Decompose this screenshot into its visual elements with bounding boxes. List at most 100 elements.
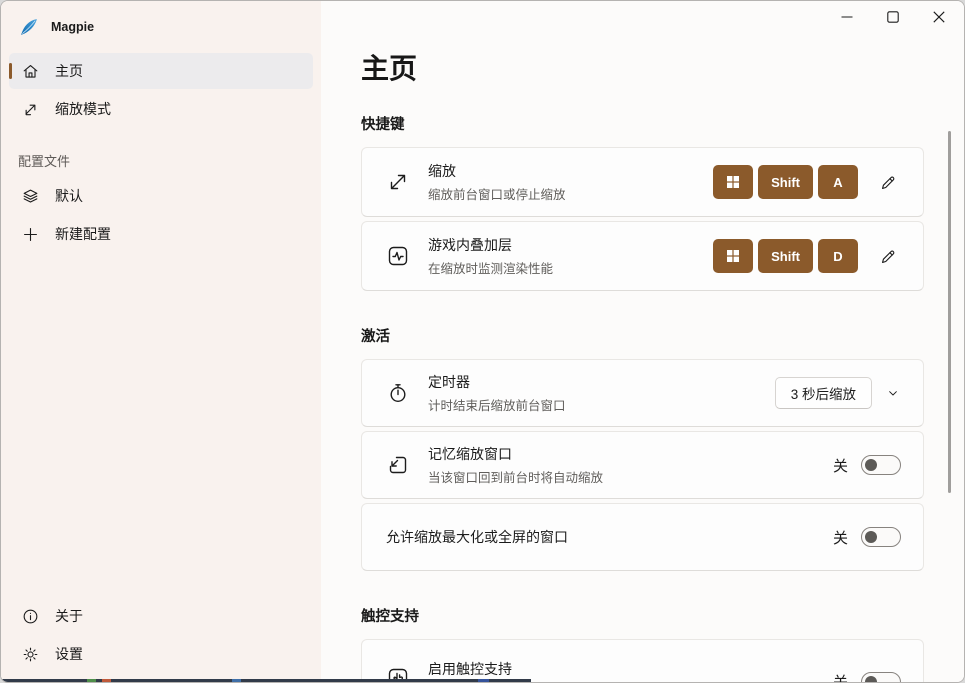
memory-zoom-toggle[interactable] — [861, 455, 901, 475]
taskbar-sliver — [1, 679, 531, 682]
taskbar-icon-fragment — [102, 679, 111, 682]
taskbar-icon-fragment — [478, 679, 489, 682]
fullscreen-zoom-toggle[interactable] — [861, 527, 901, 547]
touch-support-card: 启用触控支持 需提供管理员权限才能更改此选项 了解更多 关 — [361, 639, 924, 682]
sidebar-item-new-profile[interactable]: 新建配置 — [9, 216, 313, 252]
shortcut-card-overlay: 游戏内叠加层 在缩放时监测渲染性能 Shift D — [361, 221, 924, 291]
sidebar-footer: 关于 设置 — [1, 596, 321, 674]
info-icon — [23, 609, 38, 623]
shortcut-keys: Shift A — [713, 165, 858, 199]
resize-arrow-icon — [25, 104, 36, 115]
taskbar-icon-fragment — [232, 679, 241, 682]
activation-cards: 定时器 计时结束后缩放前台窗口 3 秒后缩放 记忆缩放窗口 当该窗口回到前台时将… — [361, 359, 924, 571]
card-subtitle: 缩放前台窗口或停止缩放 — [428, 188, 566, 202]
card-text: 缩放 缩放前台窗口或停止缩放 — [428, 161, 566, 203]
sidebar-item-default-profile[interactable]: 默认 — [9, 178, 313, 214]
memory-zoom-card: 记忆缩放窗口 当该窗口回到前台时将自动缩放 关 — [361, 431, 924, 499]
maximize-icon — [887, 11, 899, 23]
sidebar-item-label: 默认 — [55, 188, 83, 204]
sidebar-item-label: 设置 — [55, 646, 83, 662]
plus-icon — [24, 227, 37, 241]
timer-dropdown-value[interactable]: 3 秒后缩放 — [774, 377, 872, 409]
windows-logo-icon — [727, 176, 740, 188]
toggle-knob — [865, 531, 877, 543]
home-icon — [23, 64, 38, 78]
toggle-knob — [865, 675, 877, 682]
section-header-activation: 激活 — [361, 329, 390, 345]
touch-cards: 启用触控支持 需提供管理员权限才能更改此选项 了解更多 关 — [361, 639, 924, 682]
letter-key: D — [818, 239, 858, 273]
edit-shortcut-button[interactable] — [875, 169, 901, 195]
pencil-icon — [881, 250, 894, 263]
scrollbar-thumb[interactable] — [948, 131, 951, 493]
app-window: Magpie 主页 缩放模式 配置文件 默认 新建配置 关于 设置 主页 快捷键… — [0, 0, 965, 683]
page-title: 主页 — [361, 53, 418, 84]
card-text: 允许缩放最大化或全屏的窗口 — [386, 527, 568, 547]
close-icon — [933, 11, 945, 23]
zoom-arrows-icon — [390, 174, 406, 190]
card-title: 允许缩放最大化或全屏的窗口 — [386, 529, 568, 545]
window-memory-icon — [389, 456, 407, 474]
timer-card: 定时器 计时结束后缩放前台窗口 3 秒后缩放 — [361, 359, 924, 427]
card-subtitle: 在缩放时监测渲染性能 — [428, 262, 554, 276]
app-title: Magpie — [51, 20, 95, 34]
windows-key — [713, 165, 754, 199]
fullscreen-toggle-group: 关 — [833, 527, 901, 548]
sidebar-item-label: 关于 — [55, 608, 83, 624]
sidebar-item-scaling-modes[interactable]: 缩放模式 — [9, 91, 313, 127]
card-text: 定时器 计时结束后缩放前台窗口 — [428, 372, 566, 414]
timer-icon — [390, 384, 406, 403]
fullscreen-zoom-card: 允许缩放最大化或全屏的窗口 关 — [361, 503, 924, 571]
main-content: 主页 快捷键 缩放 缩放前台窗口或停止缩放 Shift A 游戏内叠加层 在缩放… — [321, 1, 964, 682]
pencil-icon — [881, 176, 894, 189]
section-header-shortcuts: 快捷键 — [361, 117, 405, 133]
gear-icon — [23, 647, 38, 661]
maximize-button[interactable] — [870, 1, 916, 33]
shift-key: Shift — [758, 239, 813, 273]
magpie-logo-icon — [21, 19, 37, 35]
touch-toggle-group: 关 — [833, 671, 901, 682]
sidebar-nav: 主页 缩放模式 配置文件 默认 新建配置 — [1, 53, 321, 252]
shift-key: Shift — [758, 165, 813, 199]
window-controls — [824, 1, 962, 33]
card-subtitle: 计时结束后缩放前台窗口 — [428, 399, 566, 413]
card-title: 游戏内叠加层 — [428, 237, 512, 253]
sidebar-item-settings[interactable]: 设置 — [9, 636, 313, 672]
touch-support-toggle[interactable] — [861, 671, 901, 682]
chevron-down-icon — [889, 391, 897, 396]
shortcut-card-scale: 缩放 缩放前台窗口或停止缩放 Shift A — [361, 147, 924, 217]
sidebar-item-about[interactable]: 关于 — [9, 598, 313, 634]
toggle-state-label: 关 — [833, 671, 848, 682]
shortcuts-cards: 缩放 缩放前台窗口或停止缩放 Shift A 游戏内叠加层 在缩放时监测渲染性能… — [361, 147, 924, 291]
minimize-button[interactable] — [824, 1, 870, 33]
close-button[interactable] — [916, 1, 962, 33]
minimize-icon — [841, 16, 853, 18]
card-title: 缩放 — [428, 163, 456, 179]
timer-dropdown-expander[interactable] — [885, 385, 901, 401]
sidebar-item-home[interactable]: 主页 — [9, 53, 313, 89]
profiles-section-label: 配置文件 — [18, 154, 71, 169]
edit-shortcut-button[interactable] — [875, 243, 901, 269]
app-header: Magpie — [1, 1, 321, 47]
windows-key — [713, 239, 754, 273]
timer-dropdown: 3 秒后缩放 — [774, 377, 901, 409]
toggle-state-label: 关 — [832, 529, 848, 547]
letter-key: A — [818, 165, 858, 199]
card-text: 记忆缩放窗口 当该窗口回到前台时将自动缩放 — [428, 444, 603, 486]
shortcut-keys: Shift D — [713, 239, 858, 273]
sidebar: Magpie 主页 缩放模式 配置文件 默认 新建配置 关于 设置 — [1, 1, 321, 682]
card-title: 定时器 — [428, 374, 470, 390]
toggle-state-label: 关 — [832, 457, 848, 475]
performance-overlay-icon — [388, 246, 408, 266]
card-subtitle: 当该窗口回到前台时将自动缩放 — [428, 471, 604, 485]
card-title: 记忆缩放窗口 — [428, 446, 512, 462]
card-title: 启用触控支持 — [428, 661, 512, 677]
windows-logo-icon — [727, 250, 740, 262]
sidebar-item-label: 缩放模式 — [55, 101, 111, 117]
memory-toggle-group: 关 — [833, 455, 901, 476]
section-header-touch: 触控支持 — [361, 609, 419, 625]
card-text: 游戏内叠加层 在缩放时监测渲染性能 — [428, 235, 553, 277]
sidebar-item-label: 新建配置 — [55, 226, 111, 242]
sidebar-item-label: 主页 — [55, 63, 83, 79]
layers-icon — [23, 189, 38, 203]
